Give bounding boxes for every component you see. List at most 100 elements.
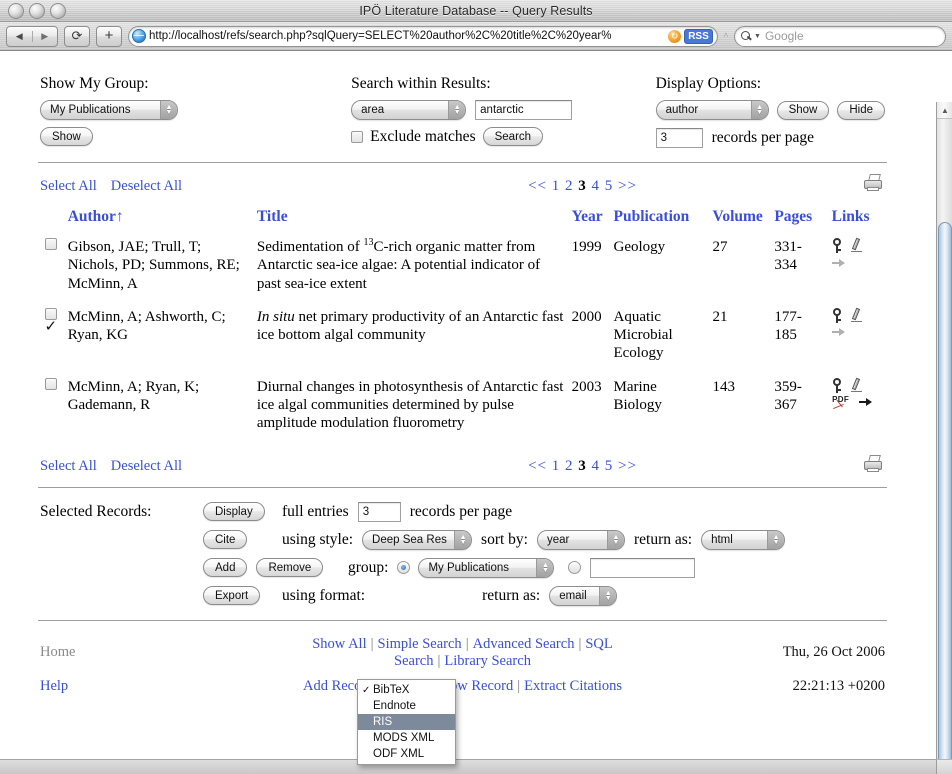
my-group-select-value: My Publications bbox=[50, 104, 131, 116]
footer-advanced-search-link[interactable]: Advanced Search bbox=[473, 636, 575, 652]
key-icon[interactable] bbox=[832, 377, 843, 393]
stepper-arrows-icon[interactable]: ▲ ▼ bbox=[599, 586, 617, 605]
remove-from-group-button[interactable]: Remove bbox=[256, 558, 324, 578]
pencil-icon[interactable] bbox=[850, 377, 863, 393]
display-show-button[interactable]: Show bbox=[776, 100, 830, 120]
export-format-dropdown-menu[interactable]: ✓ BibTeX Endnote RIS MODS XML ODF XML bbox=[357, 679, 456, 765]
page-link-5-bottom[interactable]: 5 bbox=[605, 458, 614, 474]
menu-item-mods-xml[interactable]: MODS XML bbox=[358, 730, 455, 746]
scrollbar-thumb[interactable] bbox=[938, 222, 952, 774]
chevron-down-icon[interactable]: ▼ bbox=[754, 32, 761, 40]
next-page-link-top[interactable]: >> bbox=[618, 178, 637, 194]
group-select[interactable]: My Publications ▲ ▼ bbox=[418, 557, 555, 578]
printer-icon[interactable] bbox=[863, 454, 885, 474]
footer-show-all-link[interactable]: Show All bbox=[312, 636, 366, 652]
printer-icon[interactable] bbox=[863, 174, 885, 193]
select-all-link-bottom[interactable]: Select All bbox=[40, 458, 97, 475]
back-icon[interactable]: ◀ bbox=[7, 30, 33, 42]
stepper-arrows-icon[interactable]: ▲ ▼ bbox=[160, 101, 177, 119]
footer-extract-citations-link[interactable]: Extract Citations bbox=[524, 678, 622, 694]
page-link-4-bottom[interactable]: 4 bbox=[592, 458, 601, 474]
my-group-select[interactable]: My Publications ▲ ▼ bbox=[40, 100, 178, 120]
deselect-all-link-bottom[interactable]: Deselect All bbox=[111, 458, 182, 475]
header-volume[interactable]: Volume bbox=[709, 206, 771, 235]
stepper-arrows-icon[interactable]: ▲ ▼ bbox=[448, 101, 466, 119]
pencil-icon[interactable] bbox=[850, 307, 863, 323]
arrow-right-icon[interactable] bbox=[831, 327, 845, 338]
toolbar-overflow-caret[interactable]: ^ bbox=[724, 31, 728, 41]
row-checkbox[interactable] bbox=[44, 238, 57, 250]
menu-item-ris[interactable]: RIS bbox=[358, 714, 455, 730]
back-forward-buttons[interactable]: ◀ ▶ bbox=[6, 25, 58, 47]
reload-mini-icon[interactable]: ↻ bbox=[668, 29, 682, 43]
deselect-all-link-top[interactable]: Deselect All bbox=[111, 178, 182, 195]
footer-simple-search-link[interactable]: Simple Search bbox=[378, 636, 462, 652]
key-icon[interactable] bbox=[832, 238, 843, 253]
search-within-text-input[interactable]: antarctic bbox=[475, 100, 573, 120]
address-bar[interactable]: http://localhost/refs/search.php?sqlQuer… bbox=[128, 25, 718, 47]
footer-home-link[interactable]: Home bbox=[40, 644, 75, 660]
stepper-arrows-icon[interactable]: ▲ ▼ bbox=[767, 530, 785, 549]
scroll-up-arrow-icon[interactable]: ▲ bbox=[937, 102, 952, 119]
display-records-button[interactable]: Display bbox=[203, 502, 265, 522]
search-field-select[interactable]: area ▲ ▼ bbox=[351, 100, 467, 120]
arrow-right-icon[interactable] bbox=[831, 257, 845, 268]
page-link-2-bottom[interactable]: 2 bbox=[565, 458, 574, 474]
menu-item-endnote[interactable]: Endnote bbox=[358, 698, 455, 714]
sort-ascending-icon: ↑ bbox=[115, 208, 124, 225]
export-return-as-select[interactable]: email ▲ ▼ bbox=[549, 585, 618, 606]
prev-page-link-top[interactable]: << bbox=[528, 178, 547, 194]
forward-icon[interactable]: ▶ bbox=[33, 31, 58, 42]
browser-search-field[interactable]: ▼ Google bbox=[734, 25, 946, 47]
reload-button[interactable]: ⟳ bbox=[64, 25, 90, 47]
page-link-5-top[interactable]: 5 bbox=[605, 178, 614, 194]
pencil-icon[interactable] bbox=[850, 237, 863, 253]
group-select-value: My Publications bbox=[428, 561, 510, 574]
cite-button[interactable]: Cite bbox=[203, 530, 248, 550]
page-link-2-top[interactable]: 2 bbox=[565, 178, 574, 194]
stepper-arrows-icon[interactable]: ▲ ▼ bbox=[750, 101, 768, 119]
stepper-arrows-icon[interactable]: ▲ ▼ bbox=[606, 530, 624, 549]
arrow-right-icon[interactable] bbox=[858, 397, 872, 408]
stepper-arrows-icon[interactable]: ▲ ▼ bbox=[454, 530, 472, 549]
header-pages[interactable]: Pages bbox=[770, 206, 827, 235]
header-author[interactable]: Author↑ bbox=[64, 206, 253, 235]
header-year[interactable]: Year bbox=[568, 206, 610, 235]
page-link-1-bottom[interactable]: 1 bbox=[552, 458, 561, 474]
menu-item-odf-xml[interactable]: ODF XML bbox=[358, 746, 455, 762]
group-existing-radio[interactable] bbox=[397, 561, 411, 575]
records-per-page-input-top[interactable]: 3 bbox=[655, 128, 703, 148]
search-button[interactable]: Search bbox=[482, 127, 544, 146]
display-field-select[interactable]: author ▲ ▼ bbox=[655, 100, 769, 120]
records-per-page-input-bottom[interactable]: 3 bbox=[357, 501, 401, 522]
group-new-radio[interactable] bbox=[568, 561, 582, 575]
records-per-page-label-bottom: records per page bbox=[409, 502, 513, 520]
next-page-link-bottom[interactable]: >> bbox=[618, 458, 637, 474]
menu-item-bibtex[interactable]: ✓ BibTeX bbox=[358, 682, 455, 698]
page-link-1-top[interactable]: 1 bbox=[552, 178, 561, 194]
header-publication[interactable]: Publication bbox=[609, 206, 708, 235]
export-button[interactable]: Export bbox=[203, 586, 261, 606]
page-link-4-top[interactable]: 4 bbox=[592, 178, 601, 194]
sort-by-select[interactable]: year ▲ ▼ bbox=[536, 529, 625, 550]
footer-library-search-link[interactable]: Library Search bbox=[444, 653, 531, 669]
display-hide-button[interactable]: Hide bbox=[837, 100, 885, 120]
cite-return-as-select[interactable]: html ▲ ▼ bbox=[701, 529, 786, 550]
new-group-name-input[interactable] bbox=[590, 557, 696, 578]
footer-help-link[interactable]: Help bbox=[40, 678, 68, 694]
rss-badge[interactable]: RSS bbox=[684, 28, 713, 44]
scrollbar-corner bbox=[936, 759, 952, 774]
citation-style-select[interactable]: Deep Sea Res ▲ ▼ bbox=[362, 529, 473, 550]
vertical-scrollbar[interactable]: ▲ ▼ bbox=[936, 102, 952, 774]
key-icon[interactable] bbox=[832, 307, 843, 323]
row-checkbox[interactable] bbox=[44, 377, 57, 390]
pdf-icon[interactable]: PDF bbox=[832, 395, 850, 410]
header-title[interactable]: Title bbox=[253, 206, 568, 235]
add-to-group-button[interactable]: Add bbox=[203, 558, 248, 578]
add-bookmark-button[interactable]: + bbox=[96, 25, 122, 47]
exclude-matches-checkbox[interactable] bbox=[351, 130, 364, 143]
group-show-button[interactable]: Show bbox=[40, 127, 93, 146]
select-all-link-top[interactable]: Select All bbox=[40, 178, 97, 195]
stepper-arrows-icon[interactable]: ▲ ▼ bbox=[536, 558, 554, 577]
prev-page-link-bottom[interactable]: << bbox=[528, 458, 547, 474]
